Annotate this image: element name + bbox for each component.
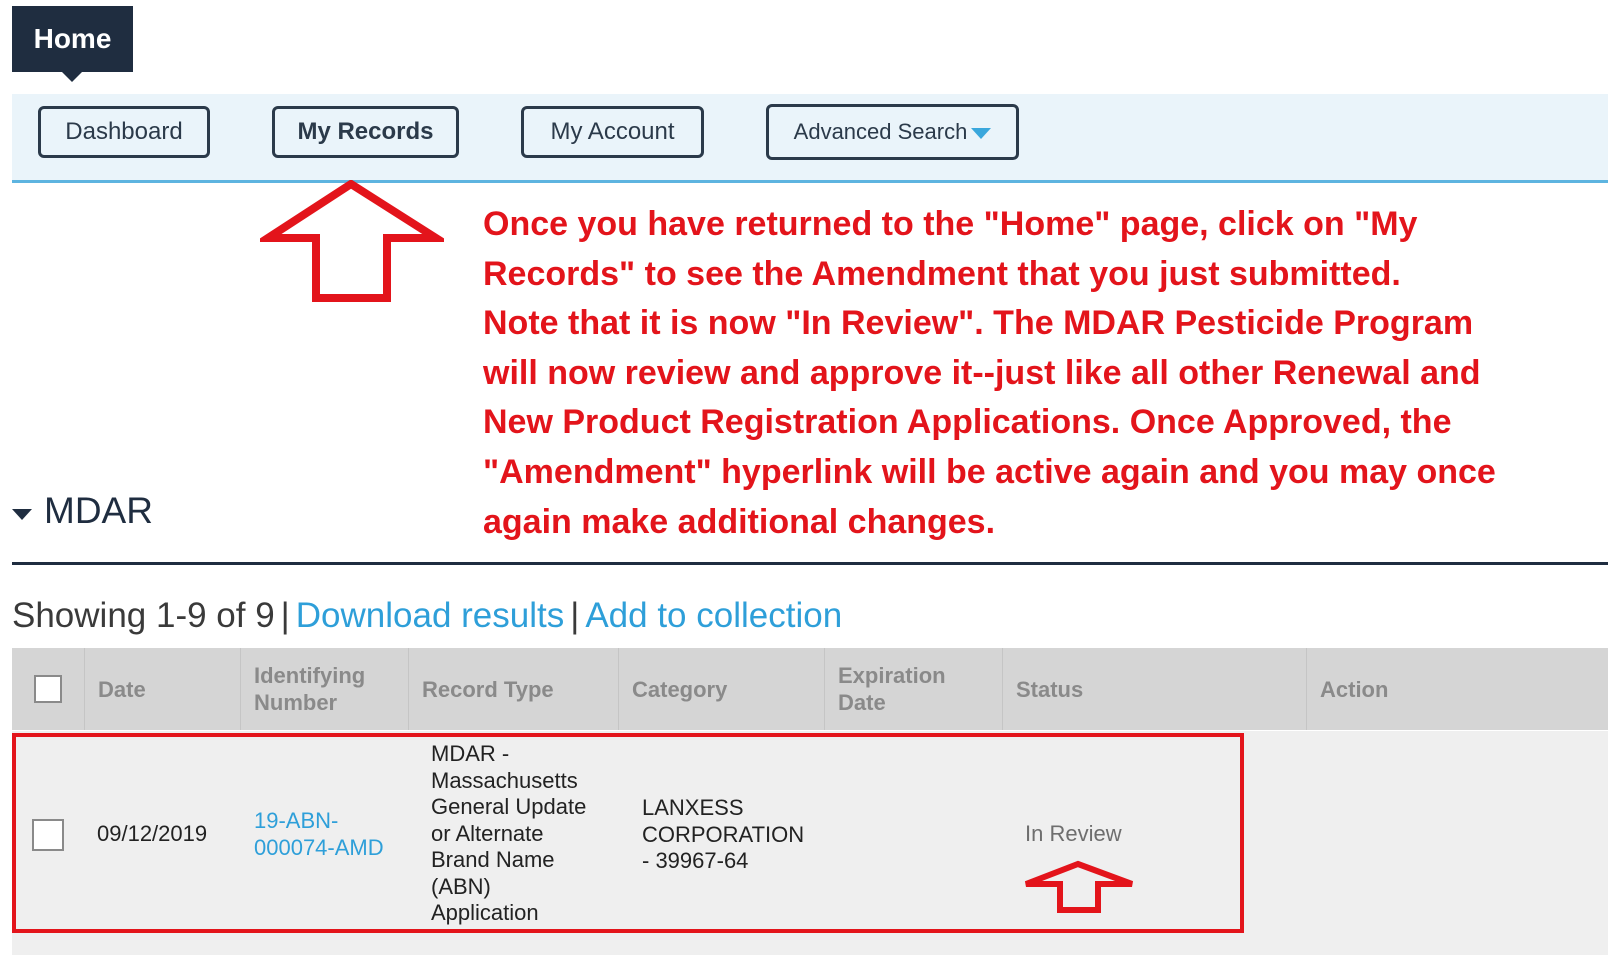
add-to-collection-link[interactable]: Add to collection <box>585 596 842 635</box>
header-record-type[interactable]: Record Type <box>408 648 618 730</box>
header-expiration-date-label: Expiration Date <box>838 663 946 715</box>
my-account-button-label: My Account <box>550 118 675 145</box>
collapse-caret-icon[interactable] <box>12 508 32 520</box>
header-action-label: Action <box>1320 676 1389 702</box>
table-header: Date Identifying Number Record Type Cate… <box>12 648 1608 730</box>
section-header[interactable]: MDAR <box>12 490 153 532</box>
section-title: MDAR <box>44 490 153 531</box>
header-date[interactable]: Date <box>84 648 240 730</box>
header-category-label: Category <box>632 676 728 702</box>
header-date-label: Date <box>98 676 146 702</box>
home-tab[interactable]: Home <box>12 6 133 72</box>
dashboard-button-label: Dashboard <box>65 118 183 145</box>
header-status[interactable]: Status <box>1002 648 1306 730</box>
annotation-text: Once you have returned to the "Home" pag… <box>483 205 1496 541</box>
header-status-label: Status <box>1016 676 1084 702</box>
section-divider <box>12 562 1608 565</box>
header-identifying-number[interactable]: Identifying Number <box>240 648 408 730</box>
header-expiration-date[interactable]: Expiration Date <box>824 648 1002 730</box>
header-record-type-label: Record Type <box>422 676 554 702</box>
my-records-button[interactable]: My Records <box>272 106 459 158</box>
dashboard-button[interactable]: Dashboard <box>38 106 210 158</box>
my-account-button[interactable]: My Account <box>521 106 704 158</box>
select-all-checkbox[interactable] <box>34 675 62 703</box>
advanced-search-button[interactable]: Advanced Search <box>766 104 1019 160</box>
caret-down-icon <box>971 128 992 139</box>
home-tab-pointer <box>62 72 82 82</box>
up-arrow-outline-icon <box>1024 860 1134 913</box>
up-arrow-outline-icon <box>260 180 444 302</box>
advanced-search-button-label: Advanced Search <box>793 119 968 144</box>
header-action: Action <box>1306 648 1608 730</box>
header-category[interactable]: Category <box>618 648 824 730</box>
separator: | <box>570 596 580 635</box>
nav-bar: Dashboard My Records My Account Advanced… <box>12 94 1608 183</box>
separator: | <box>280 596 290 635</box>
download-results-link[interactable]: Download results <box>296 596 564 635</box>
my-records-button-label: My Records <box>297 118 434 145</box>
results-summary: Showing 1-9 of 9 | Download results | Add to… <box>12 596 842 636</box>
header-identifying-number-label: Identifying Number <box>254 663 366 715</box>
home-tab-label: Home <box>33 23 112 54</box>
results-count: Showing 1-9 of 9 <box>12 596 275 635</box>
